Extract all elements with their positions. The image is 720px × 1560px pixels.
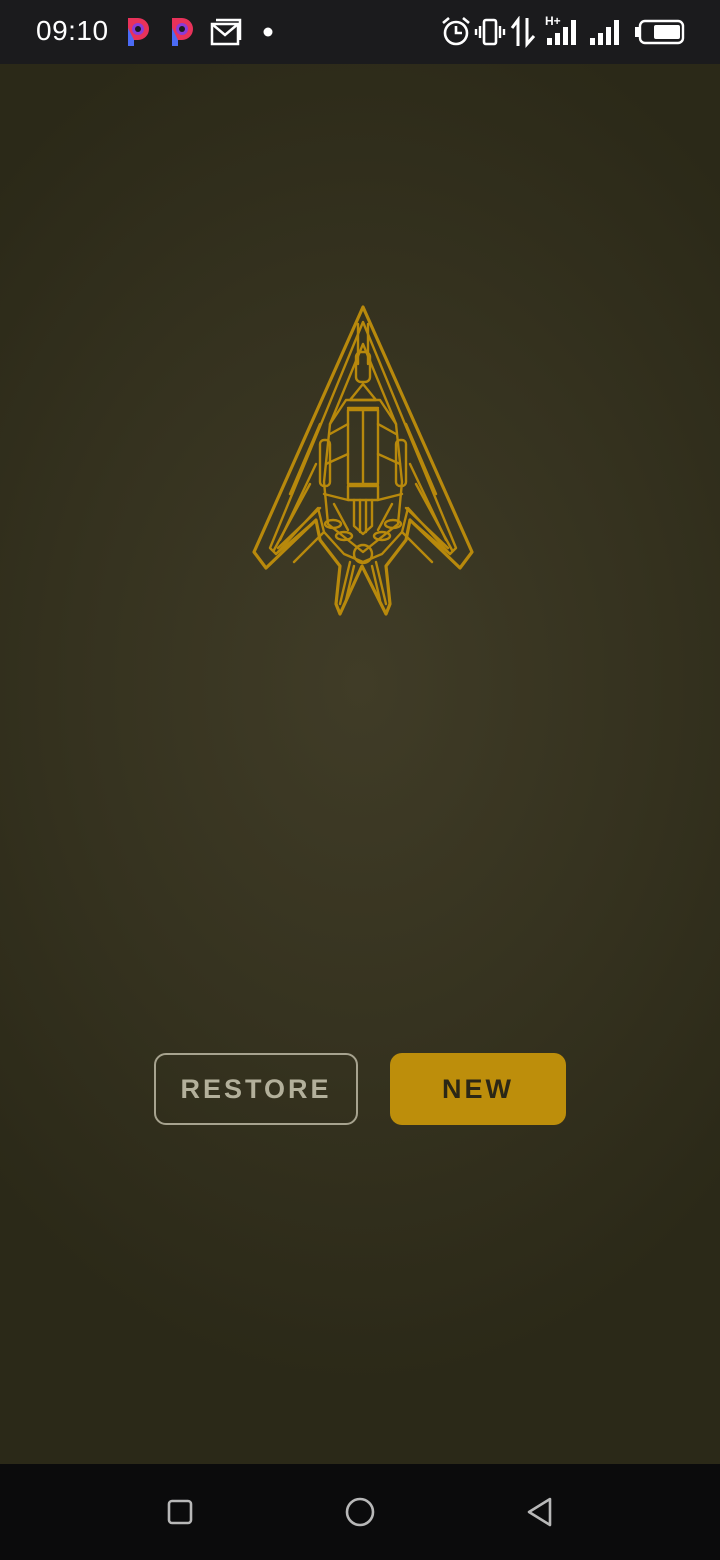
new-button[interactable]: NEW [390,1053,566,1125]
home-button[interactable] [334,1486,386,1538]
home-icon [345,1497,375,1527]
navigation-bar [0,1464,720,1560]
restore-button[interactable]: RESTORE [154,1053,358,1125]
status-time: 09:10 [36,15,109,46]
battery-icon [635,19,685,45]
pocket-p-icon [172,18,193,46]
back-button[interactable] [514,1486,566,1538]
network-type-label: H+ [545,14,561,28]
notification-dot-icon [263,27,273,37]
recent-apps-button[interactable] [154,1486,206,1538]
data-transfer-icon [510,16,536,48]
stealth-aircraft-icon [252,305,474,616]
gmail-icon [210,18,242,46]
vibrate-icon [474,18,506,46]
pocket-p-icon [128,18,149,46]
recent-apps-icon [167,1499,193,1525]
back-icon [527,1497,552,1527]
signal-icon [590,20,619,45]
h-plus-signal-icon: H+ [545,14,576,45]
alarm-icon [442,17,470,46]
app-area: RESTORE NEW [0,64,720,1464]
status-bar: 09:10 H+ [0,0,720,64]
